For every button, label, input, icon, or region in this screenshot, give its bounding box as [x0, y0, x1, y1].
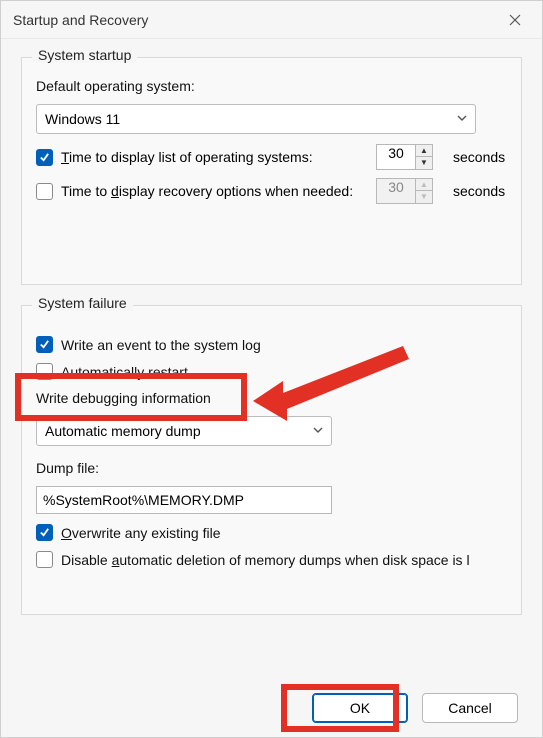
debug-info-select[interactable]: Automatic memory dump — [36, 416, 332, 446]
spin-down-icon[interactable]: ▼ — [416, 157, 432, 169]
spin-up-icon: ▲ — [416, 179, 432, 191]
write-event-label: Write an event to the system log — [61, 337, 261, 353]
time-list-spinner[interactable]: 30 ▲ ▼ — [376, 144, 433, 170]
default-os-label: Default operating system: — [36, 78, 507, 94]
time-list-checkbox[interactable] — [36, 149, 53, 166]
ok-button[interactable]: OK — [312, 693, 408, 723]
time-list-label: Time to display list of operating system… — [61, 149, 313, 165]
spin-up-icon[interactable]: ▲ — [416, 145, 432, 157]
dumpfile-label: Dump file: — [36, 460, 507, 476]
time-recovery-label: Time to display recovery options when ne… — [61, 183, 353, 199]
time-list-unit: seconds — [453, 149, 507, 165]
time-recovery-unit: seconds — [453, 183, 507, 199]
auto-restart-checkbox[interactable] — [36, 363, 53, 380]
dialog-footer: OK Cancel — [312, 693, 518, 723]
close-button[interactable] — [500, 5, 530, 35]
window-title: Startup and Recovery — [13, 12, 500, 28]
default-os-select[interactable]: Windows 11 — [36, 104, 476, 134]
system-failure-label: System failure — [32, 295, 133, 311]
auto-restart-label: Automatically restart — [61, 364, 188, 380]
debug-info-value: Automatic memory dump — [45, 423, 201, 439]
default-os-value: Windows 11 — [45, 111, 120, 127]
overwrite-checkbox[interactable] — [36, 524, 53, 541]
system-startup-group: System startup Default operating system:… — [21, 57, 522, 285]
titlebar: Startup and Recovery — [1, 1, 542, 39]
system-failure-group: System failure Write an event to the sys… — [21, 305, 522, 615]
time-list-value[interactable]: 30 — [376, 144, 416, 170]
system-startup-label: System startup — [32, 47, 137, 63]
spin-down-icon: ▼ — [416, 191, 432, 203]
close-icon — [509, 14, 521, 26]
dumpfile-input[interactable] — [36, 486, 332, 514]
time-recovery-checkbox[interactable] — [36, 183, 53, 200]
startup-recovery-dialog: Startup and Recovery System startup Defa… — [0, 0, 543, 738]
disable-auto-delete-checkbox[interactable] — [36, 551, 53, 568]
cancel-button[interactable]: Cancel — [422, 693, 518, 723]
time-recovery-value: 30 — [376, 178, 416, 204]
time-recovery-spinner: 30 ▲ ▼ — [376, 178, 433, 204]
overwrite-label: Overwrite any existing file — [61, 525, 221, 541]
disable-auto-delete-label: Disable automatic deletion of memory dum… — [61, 552, 507, 568]
write-event-checkbox[interactable] — [36, 336, 53, 353]
debug-info-label: Write debugging information — [36, 390, 507, 406]
